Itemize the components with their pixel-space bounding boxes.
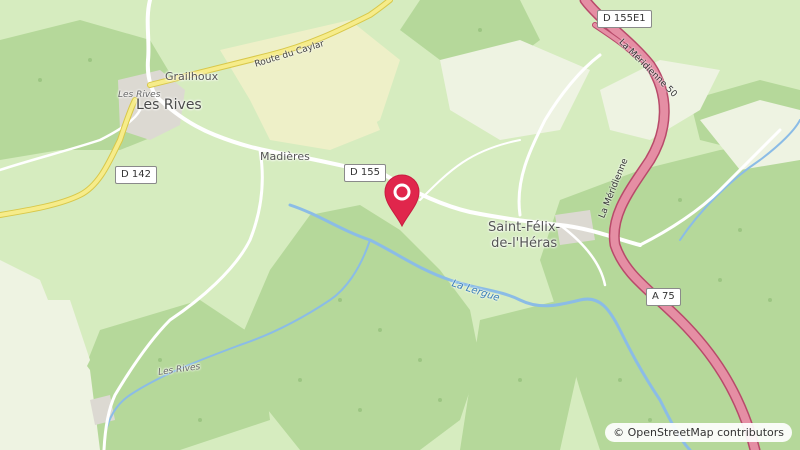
map-attribution[interactable]: © OpenStreetMap contributors <box>605 423 792 442</box>
road-shield-d155e1: D 155E1 <box>597 10 652 28</box>
road-shield-d142: D 142 <box>115 166 157 184</box>
road-shield-d155: D 155 <box>344 164 386 182</box>
place-label-saint-felix-line1: Saint-Félix- <box>488 220 561 235</box>
copyright-symbol: © <box>613 426 625 439</box>
road-shield-a75: A 75 <box>646 288 681 306</box>
map-pin-icon[interactable] <box>382 172 422 228</box>
place-label-madieres: Madières <box>260 150 310 163</box>
place-label-grailhoux: Grailhoux <box>165 70 219 83</box>
place-label-saint-felix-line2: de-l'Héras <box>491 236 558 251</box>
place-label-saint-felix: Saint-Félix- de-l'Héras <box>488 220 560 252</box>
place-label-les-rives: Les Rives <box>136 97 202 113</box>
attribution-link[interactable]: OpenStreetMap contributors <box>628 426 784 439</box>
